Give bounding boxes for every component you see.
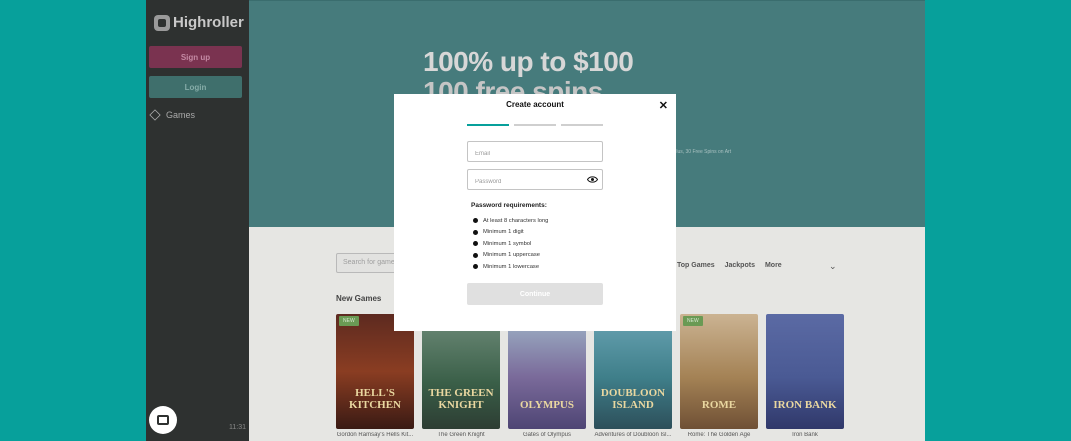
requirement-item: Minimum 1 symbol	[473, 238, 548, 250]
search-input[interactable]: Search for games	[336, 253, 396, 273]
create-account-modal: Create account ✕ Password requirements: …	[394, 94, 676, 331]
sidebar: Highroller Sign up Login Games 11:31	[146, 0, 249, 441]
promo-headline: 100% up to $100	[423, 46, 634, 77]
progress-step-1	[467, 124, 509, 126]
game-art-title: DOUBLOON ISLAND	[600, 387, 666, 411]
game-name: Gates of Olympus	[522, 432, 572, 438]
chat-button[interactable]	[149, 406, 177, 434]
game-name: Iron Bank	[792, 432, 818, 438]
requirement-text: Minimum 1 digit	[483, 229, 524, 236]
game-name: The Green Knight	[437, 432, 485, 438]
game-art-title: IRON BANK	[773, 399, 837, 411]
game-thumbnail[interactable]: THE GREEN KNIGHT	[422, 314, 500, 429]
bullet-icon	[473, 264, 478, 270]
promo-terms: Plus, 30 Free Spins on Art	[673, 149, 732, 155]
login-button[interactable]: Login	[149, 76, 242, 98]
game-thumbnail[interactable]: NEW ROME	[680, 314, 758, 429]
requirement-item: At least 8 characters long	[473, 215, 548, 227]
chevron-down-icon[interactable]: ⌄	[829, 261, 837, 272]
password-requirements-list: At least 8 characters long Minimum 1 dig…	[473, 215, 548, 273]
email-field-wrapper	[467, 141, 603, 164]
password-requirements-title: Password requirements:	[471, 202, 547, 209]
game-card[interactable]: IRON BANK Iron Bank	[766, 314, 844, 438]
sidebar-item-label: Games	[166, 110, 196, 120]
tab-more[interactable]: More	[765, 262, 782, 269]
game-card[interactable]: NEW ROME Rome: The Golden Age	[680, 314, 758, 438]
games-icon	[149, 109, 161, 121]
game-card[interactable]: OLYMPUS Gates of Olympus	[508, 314, 586, 438]
email-field[interactable]	[468, 144, 602, 164]
progress-step-2	[514, 124, 556, 126]
requirement-text: Minimum 1 symbol	[483, 240, 532, 247]
eye-icon[interactable]	[587, 175, 598, 184]
brand-name: Highroller	[173, 14, 244, 31]
tab-jackpots[interactable]: Jackpots	[725, 262, 755, 269]
clock-time: 11:31	[229, 424, 246, 431]
game-card[interactable]: THE GREEN KNIGHT The Green Knight	[422, 314, 500, 438]
password-field[interactable]	[468, 172, 602, 192]
modal-title: Create account	[506, 100, 564, 109]
game-name: Rome: The Golden Age	[687, 432, 751, 438]
game-art-title: OLYMPUS	[520, 399, 574, 411]
bullet-icon	[473, 229, 478, 235]
game-art-title: THE GREEN KNIGHT	[428, 387, 494, 411]
tab-top-games[interactable]: Top Games	[677, 262, 715, 269]
game-thumbnail[interactable]: IRON BANK	[766, 314, 844, 429]
signup-button[interactable]: Sign up	[149, 46, 242, 68]
new-badge: NEW	[339, 316, 359, 326]
requirement-item: Minimum 1 lowercase	[473, 261, 548, 273]
section-title: New Games	[336, 294, 382, 303]
requirement-text: At least 8 characters long	[483, 217, 549, 224]
game-thumbnail[interactable]: NEW HELL'S KITCHEN	[336, 314, 414, 429]
bullet-icon	[473, 218, 478, 224]
chat-icon	[157, 415, 169, 425]
bullet-icon	[473, 241, 478, 247]
sidebar-item-games[interactable]: Games	[149, 109, 196, 121]
bullet-icon	[473, 252, 478, 258]
game-thumbnail[interactable]: OLYMPUS	[508, 314, 586, 429]
logo-icon	[154, 14, 170, 31]
continue-button[interactable]: Continue	[467, 283, 603, 305]
game-card[interactable]: NEW HELL'S KITCHEN Gordon Ramsay's Hells…	[336, 314, 414, 438]
category-tabs: Top Games Jackpots More	[677, 262, 782, 269]
game-list: NEW HELL'S KITCHEN Gordon Ramsay's Hells…	[336, 314, 844, 438]
close-icon[interactable]: ✕	[659, 99, 668, 112]
requirement-item: Minimum 1 uppercase	[473, 250, 548, 262]
game-art-title: ROME	[701, 399, 737, 411]
new-badge: NEW	[683, 316, 703, 326]
password-field-wrapper	[467, 169, 603, 192]
brand-logo[interactable]: Highroller	[154, 14, 244, 31]
game-art-title: HELL'S KITCHEN	[349, 387, 401, 411]
requirement-item: Minimum 1 digit	[473, 227, 548, 239]
requirement-text: Minimum 1 lowercase	[483, 263, 540, 270]
game-thumbnail[interactable]: DOUBLOON ISLAND	[594, 314, 672, 429]
requirement-text: Minimum 1 uppercase	[483, 252, 541, 259]
game-card[interactable]: DOUBLOON ISLAND Adventures of Doubloon I…	[594, 314, 672, 438]
game-name: Gordon Ramsay's Hells Kit...	[336, 432, 414, 438]
progress-step-3	[561, 124, 603, 126]
game-name: Adventures of Doubloon Isl...	[594, 432, 672, 438]
